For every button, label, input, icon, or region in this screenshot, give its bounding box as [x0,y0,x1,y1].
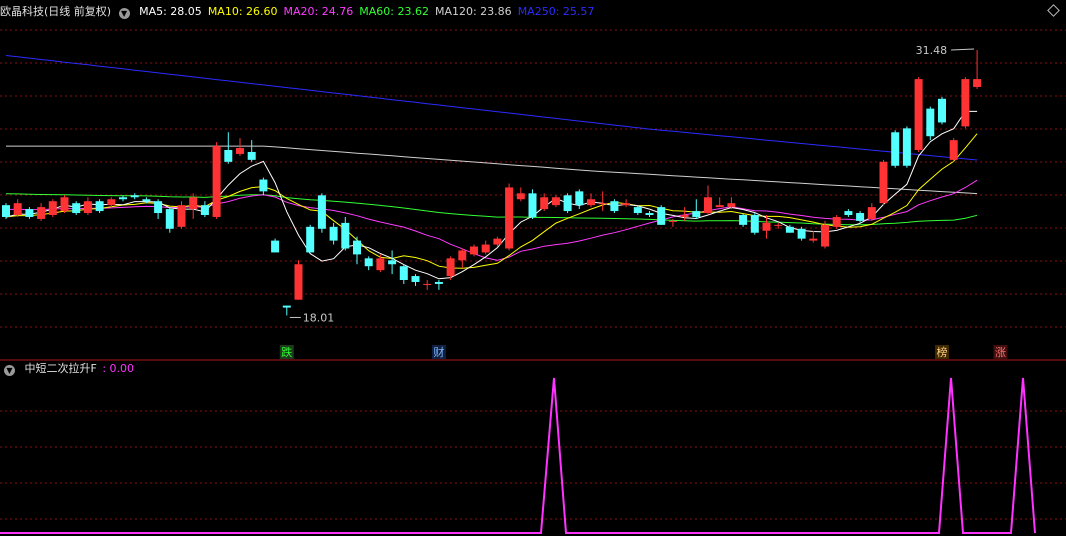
event-marker: 涨 [995,346,1006,359]
candle-up [376,258,385,271]
candle-up [715,205,724,208]
candle-up [832,216,841,227]
event-marker: 跌 [281,345,292,359]
candle-down [25,209,34,217]
candle-up [949,140,958,160]
candle-up [189,197,198,210]
candle-down [2,205,10,217]
candle-down [891,132,900,166]
high-arrow [951,48,975,51]
candle-down [130,195,139,198]
candle-down [434,281,443,284]
candle-down [353,240,361,255]
candle-up [622,203,631,206]
candle-down [341,222,350,249]
candle-down [95,201,104,212]
candle-up [481,244,490,253]
candle-down [247,151,256,160]
candle-up [879,161,888,204]
candle-down [575,191,584,206]
candle-down [750,215,759,233]
candle-up [914,79,923,150]
candle-up [423,283,432,285]
candle-up [37,207,46,219]
ma10-line [5,133,978,269]
candle-down [657,207,666,225]
candle-up [680,215,689,217]
candle-down [154,201,163,214]
candle-down [119,197,127,200]
candle-up [762,222,771,231]
candle-up [668,220,677,222]
event-marker: 财 [433,345,444,359]
indicator-line [0,377,1036,534]
candle-down [528,193,537,217]
candle-down [563,195,572,212]
candle-down [844,211,853,215]
candle-down [411,276,420,282]
candle-down [797,228,806,239]
candle-up [774,224,783,226]
candle-down [926,108,935,137]
candle-up [446,258,455,277]
candle-up [551,197,560,206]
candle-up [809,238,818,241]
candle-down [259,179,268,192]
ma120-line [6,145,978,195]
candle-up [294,264,303,300]
candle-down [200,205,209,215]
candle-up [540,197,549,210]
stock-chart[interactable]: 31.48 18.01 跌 财 榜 涨 [0,0,1066,536]
candle-down [856,213,865,221]
candle-up [973,79,982,87]
candle-down [364,258,373,267]
candle-down [399,266,408,280]
candle-up [867,207,876,219]
ma60-line [5,193,978,226]
candle-up [598,203,607,205]
high-price-label: 31.48 [916,44,948,57]
candle-up [107,199,116,206]
candle-down [165,209,174,229]
candle-up [458,250,467,261]
event-marker: 榜 [937,345,948,359]
candle-up [177,205,186,227]
candle-down [902,128,911,166]
candle-down [329,226,338,241]
low-price-label: 18.01 [303,311,335,324]
candle-down [224,150,233,162]
candle-down [388,260,397,265]
candle-up [60,197,69,212]
candle-down [142,199,151,202]
candle-up [821,224,829,247]
candle-down [692,211,701,217]
candle-up [587,199,595,206]
candle-up [236,148,244,154]
candle-up [516,193,525,200]
candle-down [785,226,794,233]
candle-down [271,240,280,253]
ma250-line [5,55,978,161]
candle-up [493,238,502,245]
candle-down [72,203,81,214]
candle-up [83,201,92,214]
ma20-line [5,179,978,261]
candle-up [13,203,22,215]
candle-down [610,201,619,212]
candle-down [633,207,642,214]
candle-down [739,215,748,225]
candle-up [505,187,514,249]
candle-down [282,305,291,308]
candle-up [48,201,57,215]
candle-up [727,203,736,208]
candle-down [306,226,315,253]
candle-down [645,213,654,215]
candle-down [938,98,946,123]
candle-down [317,195,326,229]
candle-up [961,79,970,127]
candle-up [470,246,478,255]
candle-up [212,146,221,217]
candle-up [704,197,712,214]
